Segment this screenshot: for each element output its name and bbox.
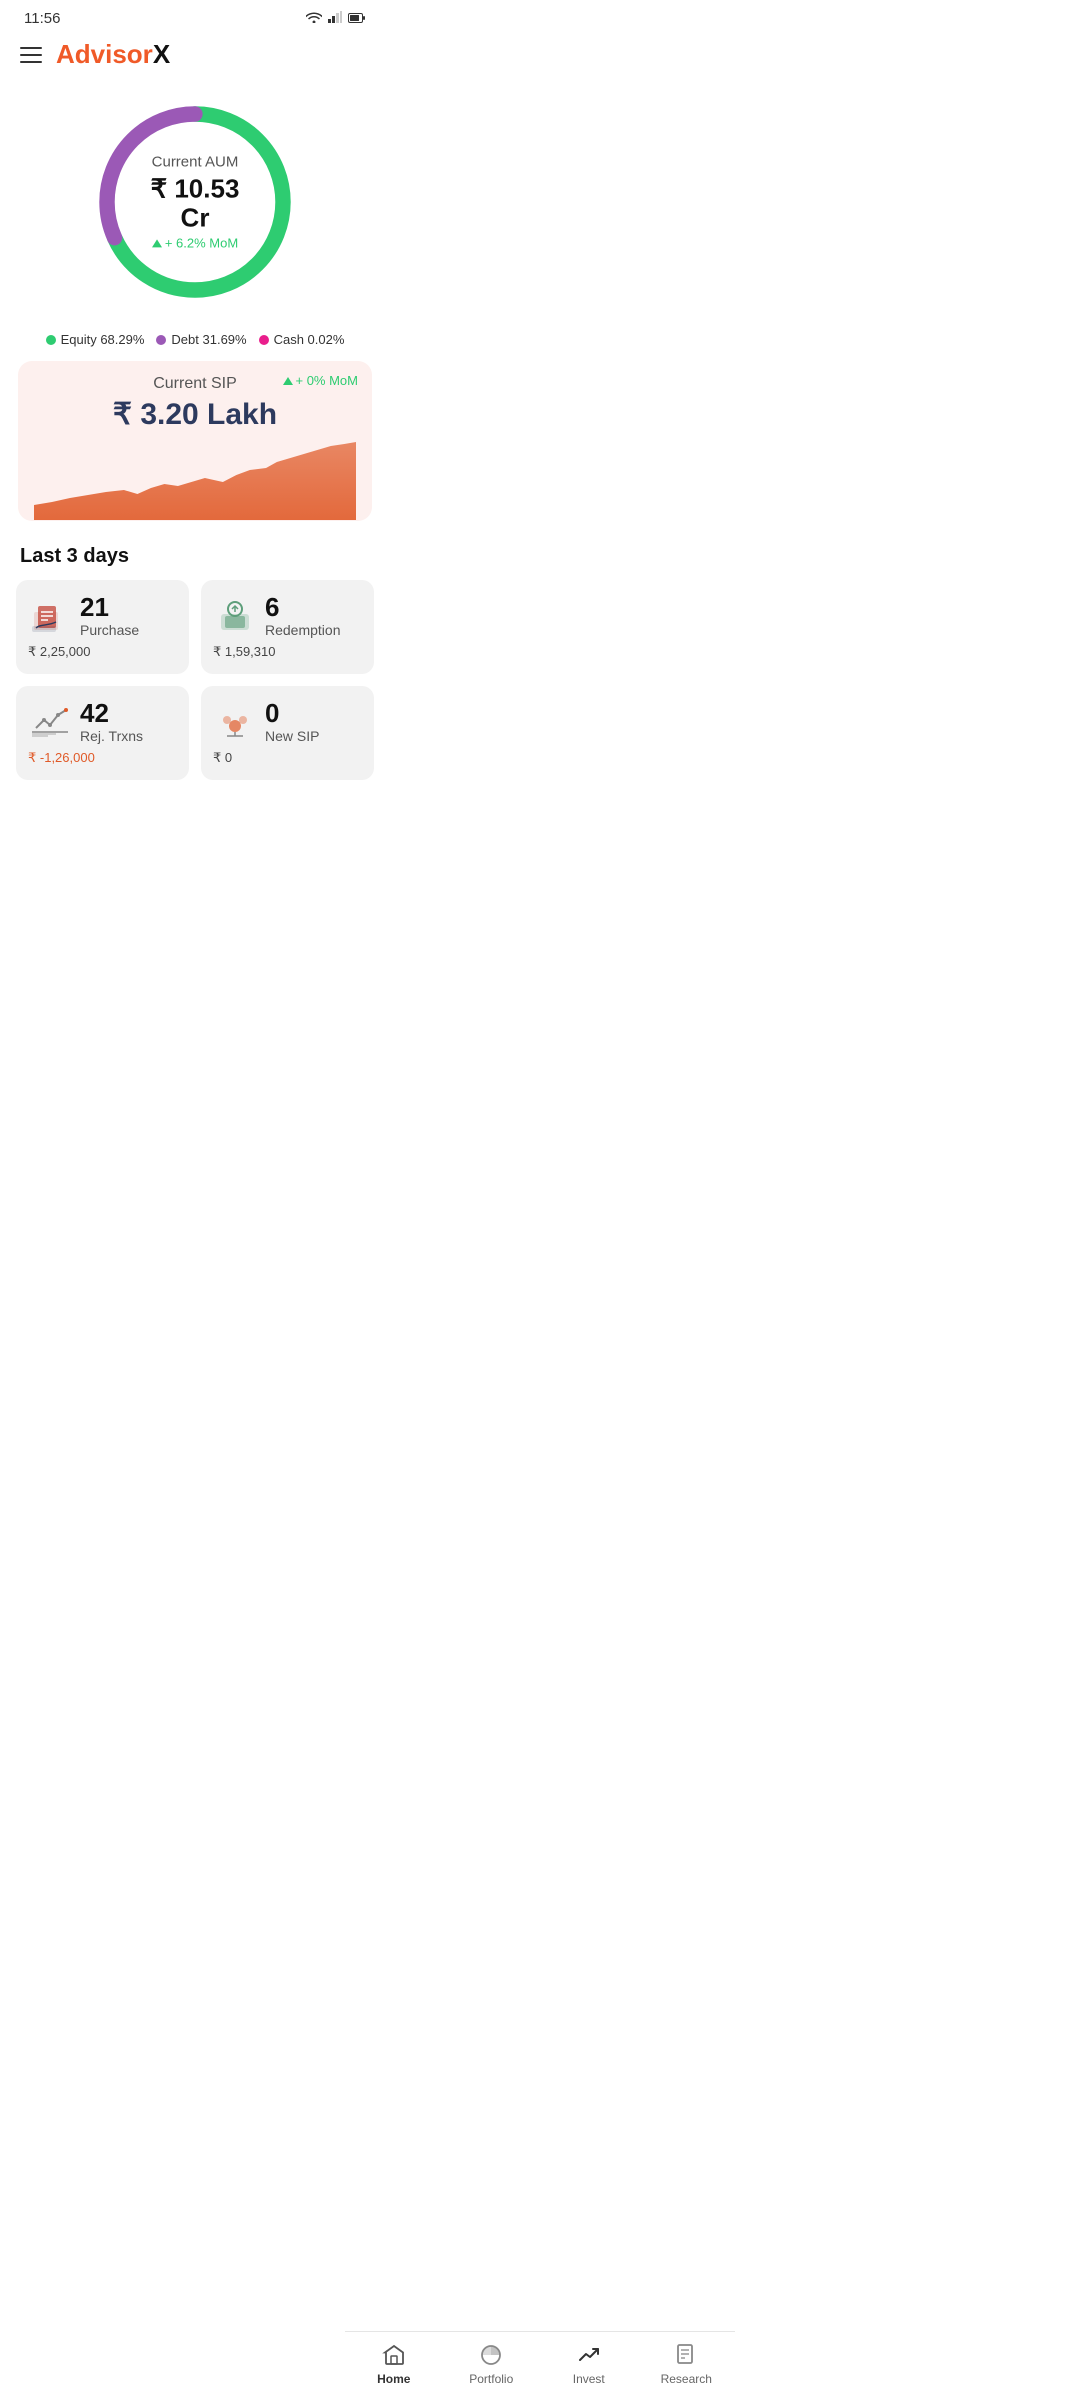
nav-portfolio-label: Portfolio (469, 2372, 513, 2386)
status-time: 11:56 (24, 10, 60, 27)
purchase-count: 21 (80, 594, 139, 620)
menu-button[interactable] (20, 47, 42, 63)
trend-up-icon (152, 239, 162, 247)
section-title: Last 3 days (0, 539, 390, 580)
app-logo: AdvisorX (56, 39, 170, 70)
nav-home[interactable]: Home (359, 2342, 429, 2386)
rejected-icon (28, 700, 72, 744)
aum-section: Current AUM ₹ 10.53 Cr + 6.2% MoM (0, 82, 390, 326)
redemption-info: 6 Redemption (265, 594, 341, 638)
newsip-card[interactable]: 0 New SIP ₹ 0 (201, 686, 374, 780)
bottom-nav: Home Portfolio Invest (345, 2331, 735, 2400)
rejected-count: 42 (80, 700, 143, 726)
redemption-card-top: 6 Redemption (213, 594, 362, 638)
cash-label: Cash 0.02% (274, 332, 345, 347)
sip-value: ₹ 3.20 Lakh (34, 397, 356, 432)
debt-dot (156, 335, 166, 345)
aum-value: ₹ 10.53 Cr (140, 174, 250, 231)
nav-research[interactable]: Research (651, 2342, 721, 2386)
logo-text-advisor: Advisor (56, 39, 153, 69)
home-icon (381, 2342, 407, 2368)
equity-label: Equity 68.29% (61, 332, 145, 347)
nav-invest[interactable]: Invest (554, 2342, 624, 2386)
newsip-card-top: 0 New SIP (213, 700, 362, 744)
purchase-card-top: 21 Purchase (28, 594, 177, 638)
stats-grid: 21 Purchase ₹ 2,25,000 6 Redemption (0, 580, 390, 796)
purchase-icon (28, 594, 72, 638)
redemption-name: Redemption (265, 622, 341, 638)
status-icons (306, 11, 366, 26)
redemption-count: 6 (265, 594, 341, 620)
redemption-icon (213, 594, 257, 638)
sip-mom: + 0% MoM (283, 373, 359, 388)
purchase-amount: ₹ 2,25,000 (28, 644, 177, 660)
rejected-card[interactable]: 42 Rej. Trxns ₹ -1,26,000 (16, 686, 189, 780)
nav-research-label: Research (661, 2372, 712, 2386)
purchase-card[interactable]: 21 Purchase ₹ 2,25,000 (16, 580, 189, 674)
newsip-amount: ₹ 0 (213, 750, 362, 766)
debt-label: Debt 31.69% (171, 332, 246, 347)
purchase-info: 21 Purchase (80, 594, 139, 638)
nav-invest-label: Invest (573, 2372, 605, 2386)
cash-dot (259, 335, 269, 345)
nav-portfolio[interactable]: Portfolio (456, 2342, 526, 2386)
newsip-name: New SIP (265, 728, 319, 744)
rejected-info: 42 Rej. Trxns (80, 700, 143, 744)
aum-label: Current AUM (140, 153, 250, 170)
equity-dot (46, 335, 56, 345)
rejected-name: Rej. Trxns (80, 728, 143, 744)
aum-mom: + 6.2% MoM (140, 236, 250, 251)
status-bar: 11:56 (0, 0, 390, 31)
wifi-icon (306, 11, 322, 26)
rejected-amount: ₹ -1,26,000 (28, 750, 177, 766)
aum-donut-chart: Current AUM ₹ 10.53 Cr + 6.2% MoM (85, 92, 305, 312)
legend-equity: Equity 68.29% (46, 332, 145, 347)
portfolio-icon (478, 2342, 504, 2368)
legend-debt: Debt 31.69% (156, 332, 246, 347)
aum-legend: Equity 68.29% Debt 31.69% Cash 0.02% (0, 326, 390, 361)
signal-icon (328, 11, 342, 26)
aum-center-text: Current AUM ₹ 10.53 Cr + 6.2% MoM (140, 153, 250, 250)
redemption-amount: ₹ 1,59,310 (213, 644, 362, 660)
purchase-name: Purchase (80, 622, 139, 638)
redemption-card[interactable]: 6 Redemption ₹ 1,59,310 (201, 580, 374, 674)
legend-cash: Cash 0.02% (259, 332, 345, 347)
header: AdvisorX (0, 31, 390, 82)
sip-card: + 0% MoM Current SIP ₹ 3.20 Lakh (18, 361, 372, 521)
research-icon (673, 2342, 699, 2368)
logo-text-x: X (153, 39, 170, 69)
nav-home-label: Home (377, 2372, 410, 2386)
newsip-info: 0 New SIP (265, 700, 319, 744)
newsip-count: 0 (265, 700, 319, 726)
invest-icon (576, 2342, 602, 2368)
battery-icon (348, 11, 366, 26)
sip-chart-svg (34, 440, 356, 520)
rejected-card-top: 42 Rej. Trxns (28, 700, 177, 744)
newsip-icon (213, 700, 257, 744)
sip-trend-icon (283, 377, 293, 385)
